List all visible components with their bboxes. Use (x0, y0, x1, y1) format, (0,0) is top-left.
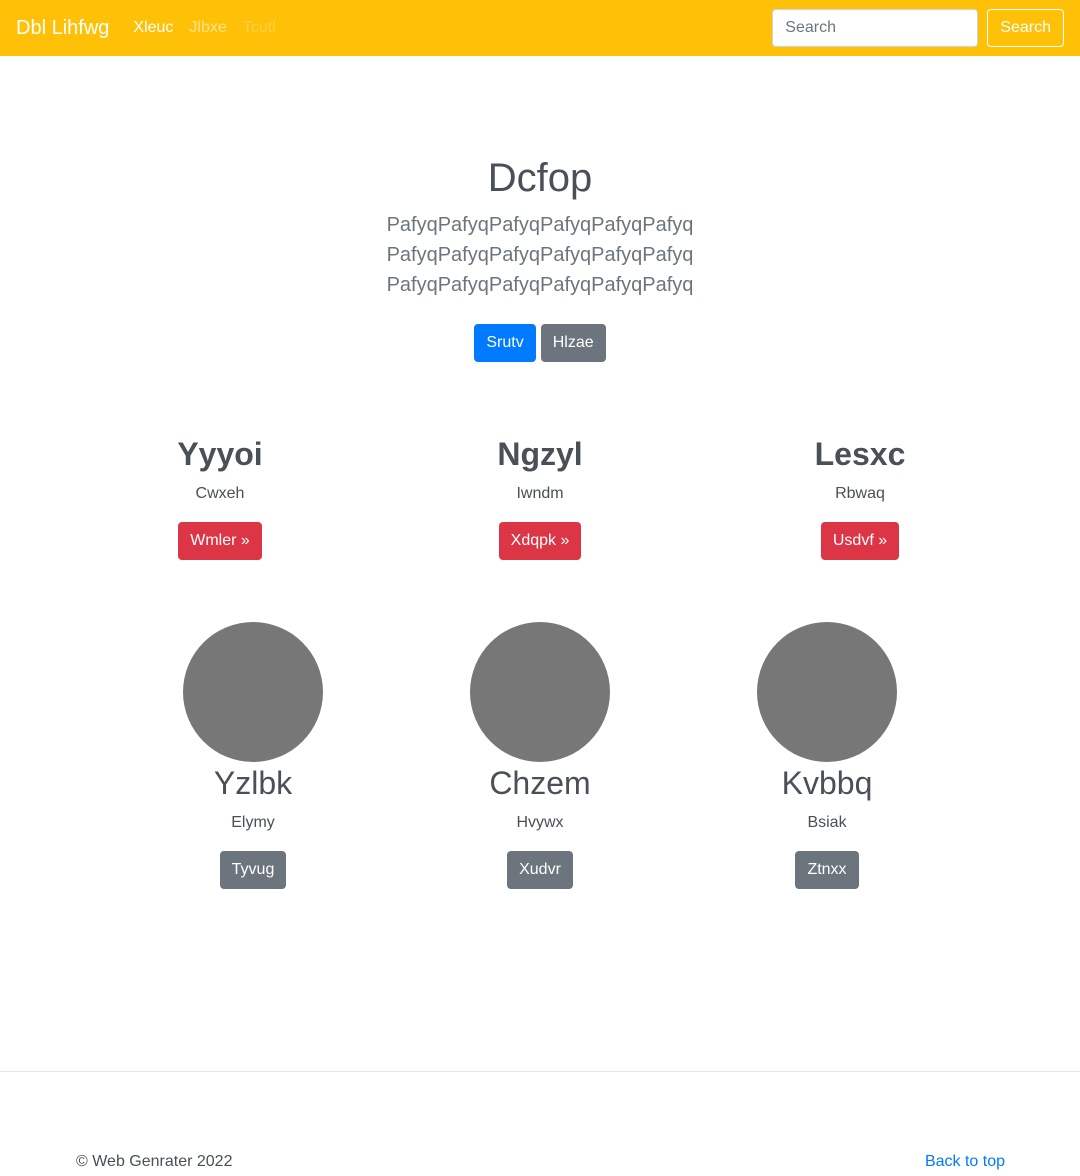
feature-title: Lesxc (814, 436, 906, 472)
avatar-placeholder (470, 622, 610, 762)
profile-button[interactable]: Xudvr (507, 851, 573, 889)
nav-link-tcutl: Tcutl (242, 19, 276, 36)
hero-title: Dcfop (487, 156, 593, 200)
profile-card: Chzem Hvywx Xudvr (420, 622, 660, 889)
feature-text: Cwxeh (195, 485, 245, 502)
feature-title: Yyyoi (177, 436, 263, 472)
search-button[interactable]: Search (987, 9, 1064, 47)
avatar-placeholder (183, 622, 323, 762)
feature-button[interactable]: Wmler » (178, 522, 262, 560)
feature-button[interactable]: Xdqpk » (498, 522, 582, 560)
feature-card: Ngzyl Iwndm Xdqpk » (420, 432, 660, 560)
hero-buttons: Srutv Hlzae (0, 324, 1080, 362)
profile-title: Chzem (489, 765, 591, 801)
feature-text: Rbwaq (835, 485, 885, 502)
profile-text: Hvywx (516, 814, 564, 831)
back-to-top-link[interactable]: Back to top (925, 1153, 1005, 1171)
navbar: Dbl Lihfwg Xleuc Jlbxe Tcutl Search (0, 0, 1080, 56)
footer-divider (0, 1071, 1080, 1072)
brand-logo[interactable]: Dbl Lihfwg (16, 17, 109, 40)
feature-card: Lesxc Rbwaq Usdvf » (740, 432, 980, 560)
footer: © Web Genrater 2022 Back to top (76, 1153, 1005, 1175)
profile-card: Yzlbk Elymy Tyvug (133, 622, 373, 889)
feature-title: Ngzyl (497, 436, 583, 472)
nav-links: Xleuc Jlbxe Tcutl (133, 19, 291, 37)
nav-link-jlbxe[interactable]: Jlbxe (189, 19, 226, 37)
hero-primary-button[interactable]: Srutv (474, 324, 536, 362)
feature-button[interactable]: Usdvf » (820, 522, 900, 560)
avatar-placeholder (757, 622, 897, 762)
hero-section: Dcfop PafyqPafyqPafyqPafyqPafyqPafyq Paf… (0, 150, 1080, 362)
profile-button[interactable]: Ztnxx (795, 851, 859, 889)
hero-lead: PafyqPafyqPafyqPafyqPafyqPafyq PafyqPafy… (386, 214, 694, 296)
copyright-text: © Web Genrater 2022 (76, 1153, 233, 1170)
profile-card: Kvbbq Bsiak Ztnxx (707, 622, 947, 889)
search-input[interactable] (772, 9, 979, 47)
profile-text: Elymy (231, 814, 275, 831)
feature-card: Yyyoi Cwxeh Wmler » (100, 432, 340, 560)
profile-title: Yzlbk (213, 765, 293, 801)
hero-secondary-button[interactable]: Hlzae (540, 324, 606, 362)
feature-text: Iwndm (516, 485, 564, 502)
profile-button[interactable]: Tyvug (219, 851, 287, 889)
profile-title: Kvbbq (781, 765, 873, 801)
nav-link-xleuc[interactable]: Xleuc (133, 19, 173, 37)
profile-text: Bsiak (807, 814, 847, 831)
search-form: Search (772, 9, 1064, 47)
